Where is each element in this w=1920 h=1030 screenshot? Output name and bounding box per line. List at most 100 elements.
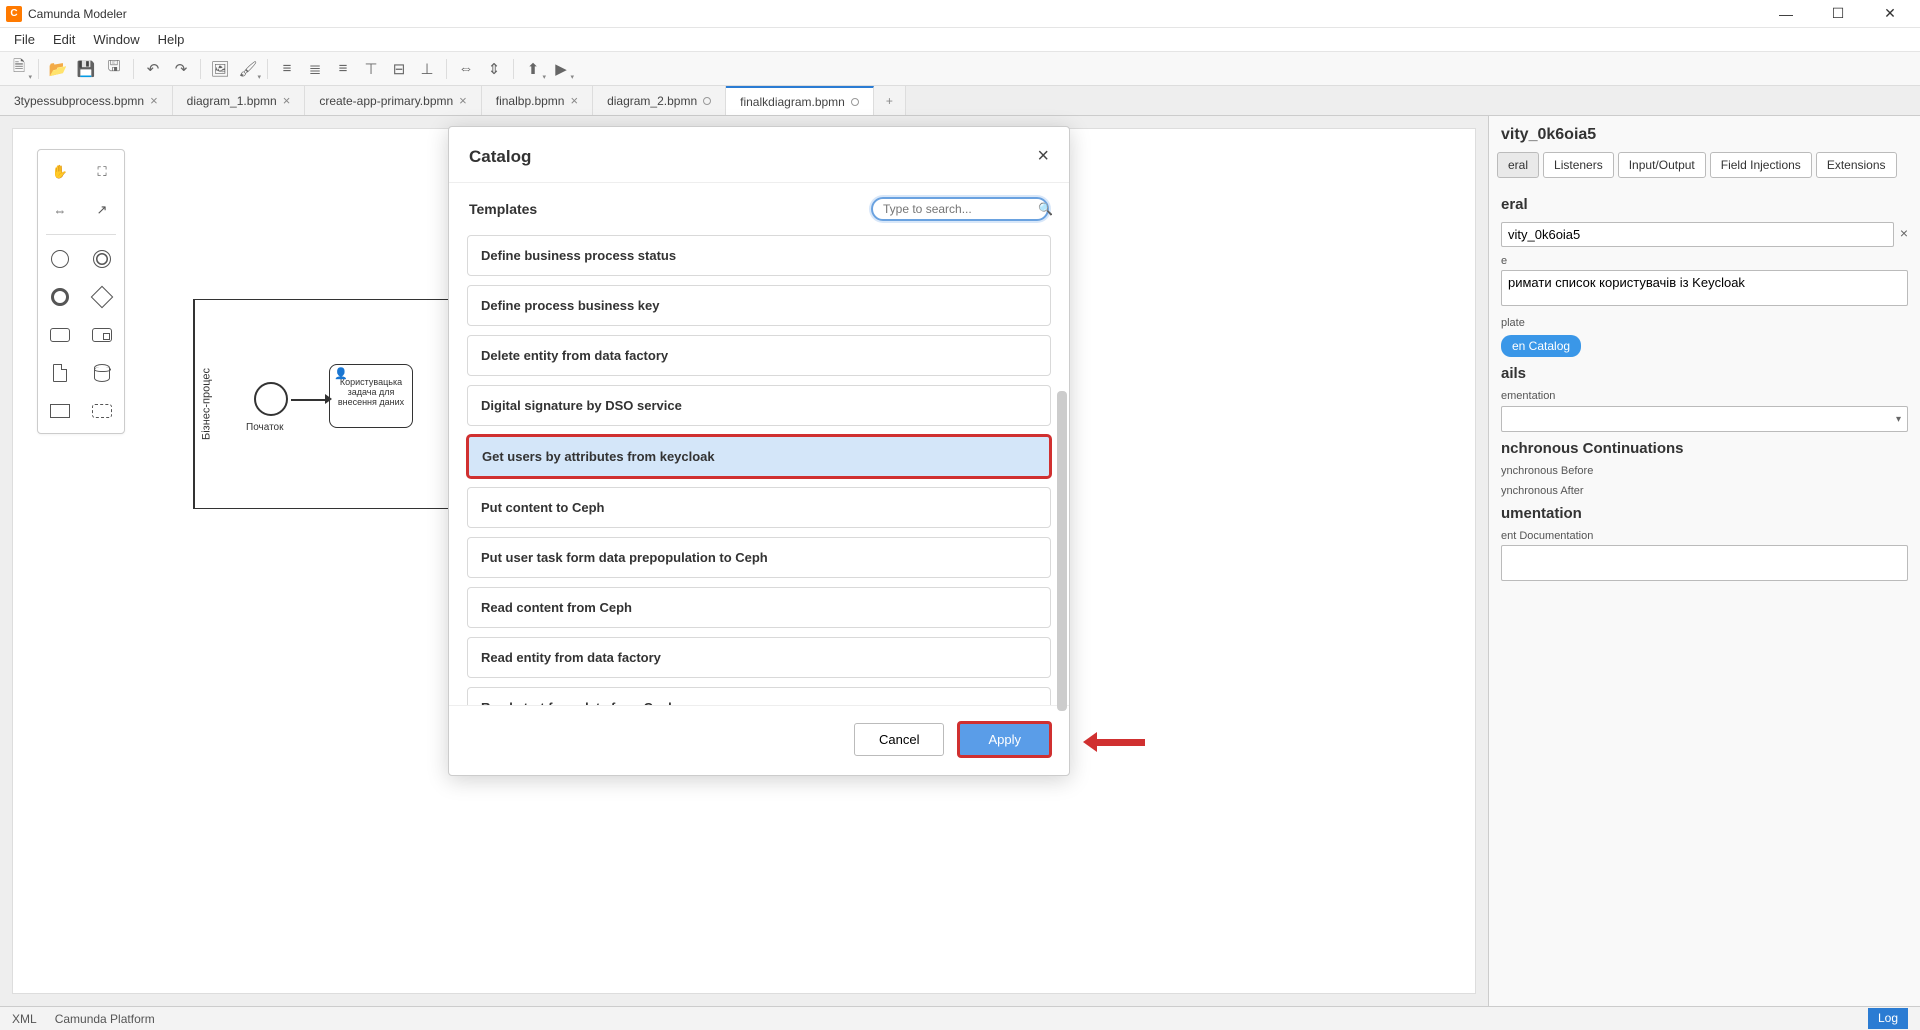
redo-button[interactable]: ↷ <box>170 58 192 80</box>
pool-label: Бізнес-процес <box>194 300 218 508</box>
close-icon[interactable]: × <box>150 93 158 108</box>
properties-header: vity_0k6oia5 <box>1489 116 1920 152</box>
ptab-extensions[interactable]: Extensions <box>1816 152 1897 178</box>
modal-close-button[interactable]: × <box>1037 145 1049 168</box>
template-item[interactable]: Define business process status <box>467 235 1051 276</box>
run-button[interactable]: ▶ <box>550 58 572 80</box>
distribute-h-button[interactable]: ⇔ <box>455 58 477 80</box>
ptab-io[interactable]: Input/Output <box>1618 152 1706 178</box>
distribute-v-button[interactable]: ⇕ <box>483 58 505 80</box>
start-event-icon[interactable] <box>46 245 74 273</box>
tab-add[interactable]: + <box>874 86 906 115</box>
data-object-icon[interactable] <box>46 359 74 387</box>
align-top-button[interactable]: ⊤ <box>360 58 382 80</box>
align-bottom-button[interactable]: ⊥ <box>416 58 438 80</box>
separator <box>133 59 134 79</box>
close-window-button[interactable]: ✕ <box>1876 4 1904 24</box>
menu-edit[interactable]: Edit <box>45 29 83 50</box>
gateway-icon[interactable] <box>88 283 116 311</box>
menu-bar: File Edit Window Help <box>0 28 1920 52</box>
undo-button[interactable]: ↶ <box>142 58 164 80</box>
save-button[interactable]: 💾 <box>75 58 97 80</box>
deploy-button[interactable]: ⬆ <box>522 58 544 80</box>
clear-id-button[interactable]: × <box>1900 225 1908 241</box>
scrollbar-thumb[interactable] <box>1057 391 1067 711</box>
participant-icon[interactable] <box>46 397 74 425</box>
tab-5[interactable]: finalkdiagram.bpmn <box>726 86 874 115</box>
separator <box>267 59 268 79</box>
apply-button[interactable]: Apply <box>958 722 1051 757</box>
align-right-button[interactable]: ≡ <box>332 58 354 80</box>
group-icon[interactable] <box>88 397 116 425</box>
tab-4[interactable]: diagram_2.bpmn <box>593 86 726 115</box>
status-log-button[interactable]: Log <box>1868 1008 1908 1029</box>
close-icon[interactable]: × <box>459 93 467 108</box>
tab-1[interactable]: diagram_1.bpmn× <box>173 86 306 115</box>
name-field[interactable] <box>1501 270 1908 306</box>
template-item[interactable]: Read content from Ceph <box>467 587 1051 628</box>
intermediate-event-icon[interactable] <box>88 245 116 273</box>
template-item[interactable]: Delete entity from data factory <box>467 335 1051 376</box>
minimize-button[interactable]: — <box>1772 4 1800 24</box>
canvas-wrap: ✋ ⛶ ⇔ ↗ Бізнес-процес Початок <box>0 116 1488 1006</box>
align-center-h-button[interactable]: ≣ <box>304 58 326 80</box>
cancel-button[interactable]: Cancel <box>854 723 944 756</box>
templates-list[interactable]: Define business process status Define pr… <box>449 231 1069 705</box>
bpmn-start-event[interactable] <box>254 382 288 416</box>
modal-header: Catalog × <box>449 127 1069 182</box>
template-item[interactable]: Digital signature by DSO service <box>467 385 1051 426</box>
template-item[interactable]: Put content to Ceph <box>467 487 1051 528</box>
new-file-button[interactable]: 🗎 <box>8 58 30 80</box>
status-platform[interactable]: Camunda Platform <box>55 1012 155 1026</box>
menu-window[interactable]: Window <box>85 29 147 50</box>
connect-tool-icon[interactable]: ↗ <box>88 196 116 224</box>
tab-0[interactable]: 3typessubprocess.bpmn× <box>0 86 173 115</box>
id-field[interactable] <box>1501 222 1894 247</box>
open-catalog-button[interactable]: en Catalog <box>1501 335 1581 357</box>
separator <box>446 59 447 79</box>
search-icon: 🔍 <box>1038 202 1053 216</box>
space-tool-icon[interactable]: ⇔ <box>46 196 74 224</box>
template-item[interactable]: Read entity from data factory <box>467 637 1051 678</box>
open-button[interactable]: 📂 <box>47 58 69 80</box>
align-left-button[interactable]: ≡ <box>276 58 298 80</box>
template-item[interactable]: Define process business key <box>467 285 1051 326</box>
app-title: Camunda Modeler <box>28 7 127 21</box>
ptab-field-injections[interactable]: Field Injections <box>1710 152 1812 178</box>
tab-label: finalbp.bpmn <box>496 94 565 108</box>
search-input[interactable] <box>883 202 1038 216</box>
sequence-flow[interactable] <box>291 399 329 401</box>
label-element-doc: ent Documentation <box>1501 530 1908 542</box>
menu-help[interactable]: Help <box>150 29 193 50</box>
ptab-general[interactable]: eral <box>1497 152 1539 178</box>
section-details: ails <box>1501 365 1908 382</box>
tab-2[interactable]: create-app-primary.bpmn× <box>305 86 481 115</box>
bpmn-user-task[interactable]: 👤 Користувацька задача для внесення дани… <box>329 364 413 428</box>
implementation-select[interactable] <box>1501 406 1908 432</box>
title-bar: C Camunda Modeler — ☐ ✕ <box>0 0 1920 28</box>
save-as-button[interactable]: 🖫 <box>103 58 125 80</box>
hand-tool-icon[interactable]: ✋ <box>46 158 74 186</box>
tab-3[interactable]: finalbp.bpmn × <box>482 86 593 115</box>
color-button[interactable]: 🖌 <box>237 58 259 80</box>
menu-file[interactable]: File <box>6 29 43 50</box>
data-store-icon[interactable] <box>88 359 116 387</box>
documentation-field[interactable] <box>1501 545 1908 581</box>
lasso-tool-icon[interactable]: ⛶ <box>88 158 116 186</box>
template-item[interactable]: Read start form data from Ceph <box>467 687 1051 705</box>
template-item[interactable]: Put user task form data prepopulation to… <box>467 537 1051 578</box>
close-icon[interactable]: × <box>283 93 291 108</box>
search-field-wrap[interactable]: 🔍 <box>871 197 1049 221</box>
ptab-listeners[interactable]: Listeners <box>1543 152 1614 178</box>
subprocess-icon[interactable] <box>88 321 116 349</box>
tab-label: diagram_2.bpmn <box>607 94 697 108</box>
maximize-button[interactable]: ☐ <box>1824 4 1852 24</box>
image-button[interactable]: 🖼 <box>209 58 231 80</box>
status-xml[interactable]: XML <box>12 1012 37 1026</box>
close-icon[interactable]: × <box>570 93 578 108</box>
align-middle-button[interactable]: ⊟ <box>388 58 410 80</box>
template-item-selected[interactable]: Get users by attributes from keycloak <box>467 435 1051 478</box>
task-icon[interactable] <box>46 321 74 349</box>
end-event-icon[interactable] <box>46 283 74 311</box>
dirty-indicator-icon <box>851 98 859 106</box>
